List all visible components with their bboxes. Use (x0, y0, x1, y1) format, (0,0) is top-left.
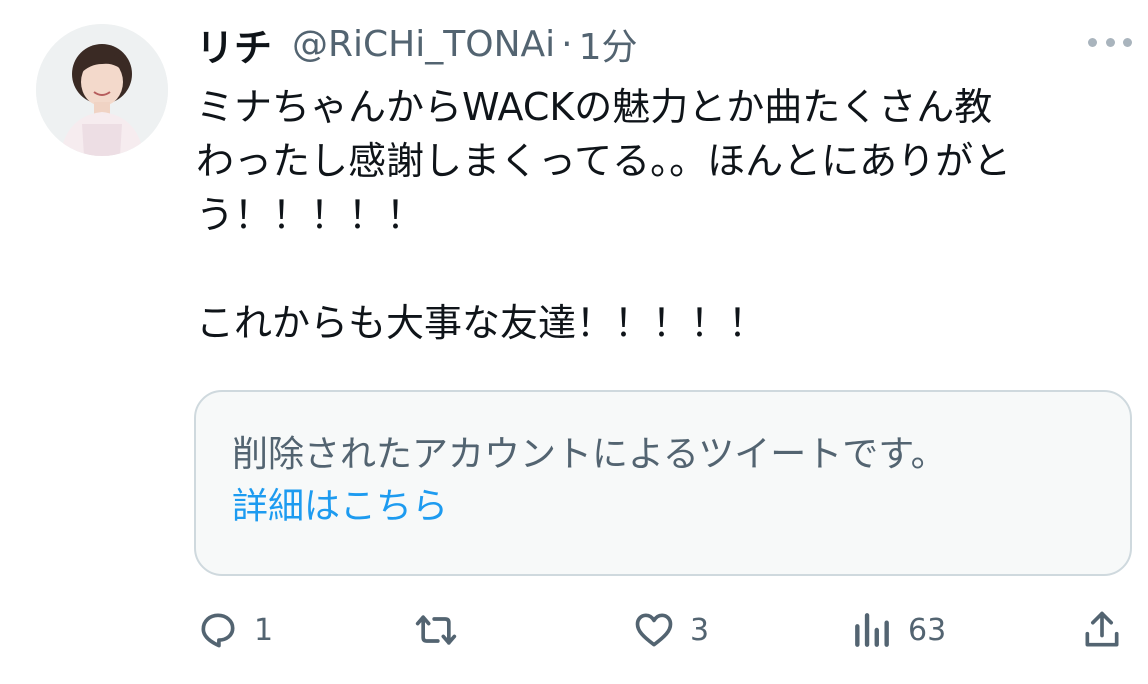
separator-dot: · (561, 23, 573, 65)
retweet-icon (415, 615, 457, 645)
views-button[interactable]: 63 (850, 606, 946, 654)
author-name[interactable]: リチ (196, 17, 272, 72)
share-icon (1085, 611, 1119, 647)
reply-icon (201, 613, 235, 648)
deleted-tweet-message: 削除されたアカウントによるツイートです。 (232, 434, 947, 475)
reply-button[interactable]: 1 (196, 606, 273, 654)
like-button[interactable]: 3 (632, 606, 709, 654)
tweet-text-line (196, 242, 1116, 296)
retweet-button[interactable] (414, 606, 472, 654)
heart-icon (635, 613, 673, 647)
reply-count: 1 (254, 612, 274, 648)
learn-more-link[interactable]: 詳細はこちら (232, 482, 448, 532)
tweet-timestamp[interactable]: 1分 (579, 18, 638, 70)
tweet-text-line: これからも大事な友達！！！！！ (196, 301, 767, 345)
more-dots-icon[interactable] (1088, 30, 1132, 54)
tweet-actions-bar: 1 3 63 (0, 600, 1148, 660)
tweet-text-line: わったし感謝しまくってる。。ほんとにありがと (196, 139, 1012, 183)
avatar-image (36, 24, 168, 156)
tweet-text-line: う！！！！！ (196, 193, 425, 237)
author-handle[interactable]: @RiCHi_TONAi (292, 24, 555, 65)
tweet-header: リチ @RiCHi_TONAi · 1分 (196, 14, 637, 74)
share-button[interactable] (1080, 606, 1124, 654)
views-count: 63 (908, 612, 947, 648)
deleted-quote-card[interactable]: 削除されたアカウントによるツイートです。 詳細はこちら (194, 390, 1132, 576)
like-count: 3 (690, 612, 710, 648)
avatar[interactable] (36, 24, 168, 156)
views-chart-icon (855, 613, 889, 647)
tweet-text: ミナちゃんからWACKの魅力とか曲たくさん教 わったし感謝しまくってる。。ほんとに… (196, 80, 1116, 350)
tweet-text-line: ミナちゃんからWACKの魅力とか曲たくさん教 (196, 85, 993, 129)
